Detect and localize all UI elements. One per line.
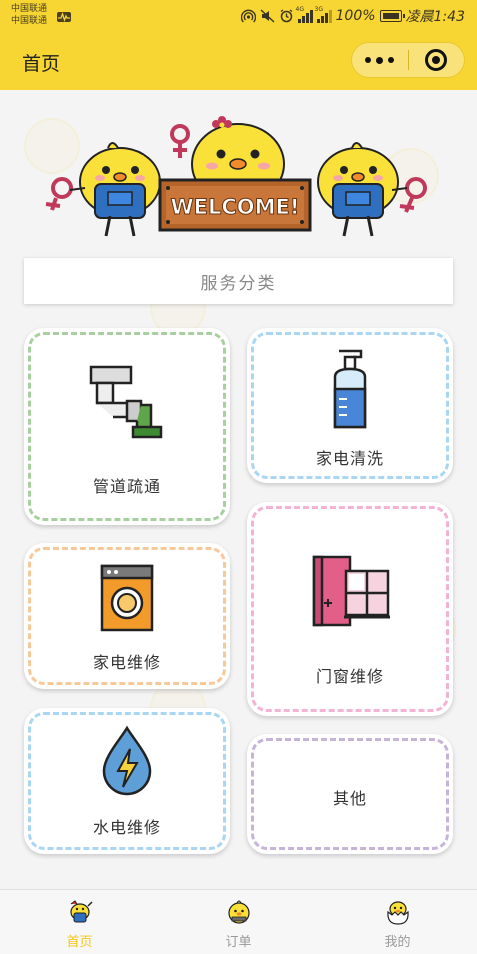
welcome-banner: WELCOME! bbox=[40, 112, 440, 247]
carrier-label-1: 中国联通 bbox=[11, 4, 48, 14]
pipe-icon bbox=[89, 365, 163, 439]
tab-label: 订单 bbox=[225, 935, 252, 950]
service-card-cleaning[interactable]: 家电清洗 bbox=[247, 328, 453, 483]
service-card-border: 管道疏通 bbox=[28, 332, 226, 521]
door-window-icon bbox=[312, 555, 390, 627]
service-card-door-window[interactable]: 门窗维修 bbox=[247, 502, 453, 716]
chick-right-illustration bbox=[317, 142, 427, 237]
alarm-icon bbox=[279, 9, 294, 23]
battery-icon bbox=[379, 10, 405, 22]
washing-machine-icon bbox=[100, 564, 154, 632]
service-card-border: 家电清洗 bbox=[251, 332, 449, 479]
target-ring-icon[interactable] bbox=[408, 43, 464, 77]
more-dots-icon[interactable] bbox=[352, 43, 408, 77]
signal-icon-2: 3G bbox=[314, 6, 332, 23]
signal-icon-1: 4G bbox=[295, 6, 313, 23]
mute-icon bbox=[260, 9, 275, 23]
spray-bottle-icon bbox=[333, 349, 367, 429]
clock: 凌晨1:43 bbox=[405, 9, 465, 25]
activity-icon bbox=[57, 12, 71, 22]
tab-home[interactable]: 首页 bbox=[0, 890, 159, 954]
service-card-appliance[interactable]: 家电维修 bbox=[24, 543, 230, 689]
nav-bar: 首页 bbox=[0, 32, 477, 90]
service-label: 家电清洗 bbox=[315, 449, 384, 468]
service-card-other[interactable]: 其他 bbox=[247, 734, 453, 854]
tab-bar: 首页 订单 我的 bbox=[0, 889, 477, 954]
service-card-water-electric[interactable]: 水电维修 bbox=[24, 708, 230, 854]
battery-percent: 100% bbox=[335, 8, 376, 24]
service-label: 管道疏通 bbox=[92, 477, 161, 496]
network-type-1: 4G bbox=[295, 6, 304, 13]
chick-egg-icon bbox=[386, 901, 409, 925]
service-label: 水电维修 bbox=[92, 818, 161, 837]
chick-worker-icon bbox=[69, 900, 93, 923]
service-card-border: 其他 bbox=[251, 738, 449, 850]
network-type-2: 3G bbox=[314, 6, 323, 13]
tab-label: 首页 bbox=[66, 935, 93, 950]
service-label: 门窗维修 bbox=[315, 667, 384, 686]
page-title: 首页 bbox=[22, 53, 61, 75]
service-card-pipe[interactable]: 管道疏通 bbox=[24, 328, 230, 525]
water-electric-drop-icon bbox=[102, 725, 152, 796]
tab-label: 我的 bbox=[384, 935, 411, 950]
chick-center-illustration: WELCOME! bbox=[158, 116, 312, 232]
service-label: 家电维修 bbox=[92, 653, 161, 672]
service-card-border: 水电维修 bbox=[28, 712, 226, 850]
chick-face-icon bbox=[227, 900, 250, 924]
service-label: 其他 bbox=[332, 789, 367, 808]
category-header: 服务分类 bbox=[24, 258, 453, 304]
hotspot-icon bbox=[240, 9, 256, 23]
chick-left-illustration bbox=[45, 142, 161, 237]
welcome-sign-text: WELCOME! bbox=[171, 195, 300, 219]
service-card-border: 家电维修 bbox=[28, 547, 226, 685]
carrier-label-2: 中国联通 bbox=[11, 16, 48, 26]
mini-program-capsule bbox=[351, 42, 465, 78]
service-card-border: 门窗维修 bbox=[251, 506, 449, 712]
tab-profile[interactable]: 我的 bbox=[318, 890, 477, 954]
status-bar: 中国联通 中国联通 4G 3G 100% 凌晨1:43 bbox=[0, 0, 477, 32]
tab-orders[interactable]: 订单 bbox=[159, 890, 318, 954]
